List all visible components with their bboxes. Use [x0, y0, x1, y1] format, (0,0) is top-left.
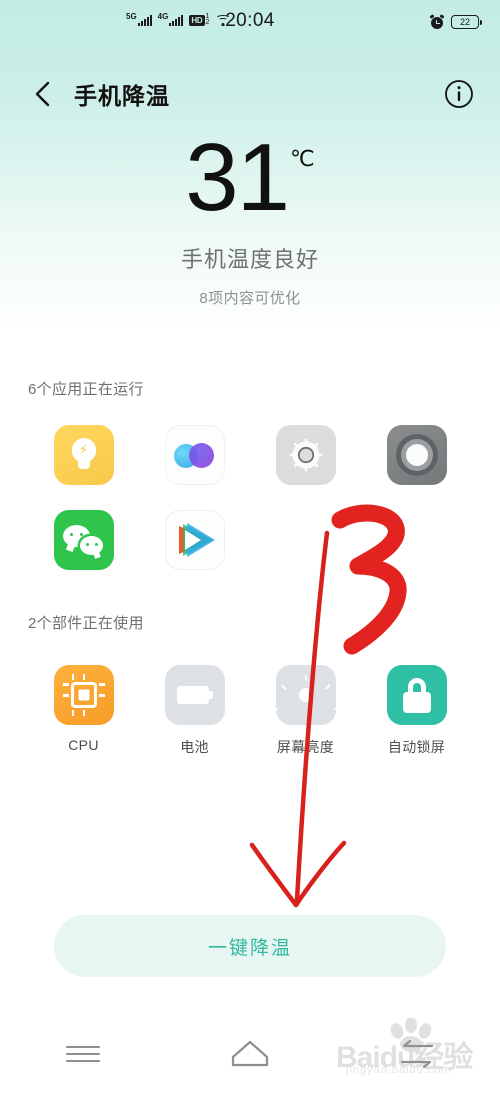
home-button[interactable] — [210, 1030, 290, 1078]
info-circle-icon[interactable] — [444, 79, 474, 109]
component-tile-auto-lock[interactable]: 自动锁屏 — [361, 665, 472, 757]
temperature-status-text: 手机温度良好 — [180, 247, 319, 272]
app-tile-wechat[interactable] — [28, 510, 139, 570]
chevron-left-glyph — [35, 81, 50, 107]
camera-lens-icon — [386, 425, 447, 485]
phone-screen: 5G 4G HD 1 2 20:04 22 手机降温 31 ℃ 手机温度良好 8… — [0, 0, 500, 1100]
recents-button[interactable] — [43, 1030, 123, 1078]
temperature-unit: ℃ — [290, 146, 315, 171]
temperature-reading: 31 ℃ — [185, 124, 315, 231]
component-tile-battery[interactable]: 电池 — [139, 665, 250, 757]
status-bar: 5G 4G HD 1 2 20:04 22 — [0, 0, 500, 44]
gear-glyph — [289, 438, 322, 472]
component-tile-cpu[interactable]: CPU — [28, 665, 139, 757]
brightness-sun-icon — [275, 665, 336, 725]
back-button[interactable] — [377, 1030, 457, 1078]
running-apps-row-2 — [0, 510, 500, 570]
page-title: 手机降温 — [74, 83, 170, 109]
component-label-auto-lock: 自动锁屏 — [387, 739, 446, 755]
app-tile-settings[interactable] — [250, 425, 361, 485]
status-bar-clock: 20:04 — [225, 10, 275, 31]
hamburger-menu-icon — [66, 1041, 101, 1068]
two-circles-icon — [164, 425, 225, 485]
components-section-title: 2个部件正在使用 — [28, 615, 144, 632]
optimizable-items-text: 8项内容可优化 — [199, 290, 301, 307]
app-tile-browser[interactable] — [139, 425, 250, 485]
app-tile-camera[interactable] — [361, 425, 472, 485]
app-title-bar: 手机降温 — [0, 60, 500, 128]
play-triangle-icon — [164, 510, 225, 570]
one-tap-cool-down-label: 一键降温 — [207, 937, 292, 959]
play-triangle-glyph — [178, 523, 215, 557]
app-tile-empty-2 — [361, 510, 472, 570]
home-outline-icon — [231, 1040, 269, 1067]
alarm-clock-icon — [429, 14, 445, 29]
info-circle-glyph — [445, 80, 473, 108]
component-label-brightness: 屏幕亮度 — [276, 739, 335, 755]
component-tile-brightness[interactable]: 屏幕亮度 — [250, 665, 361, 757]
wechat-icon — [53, 510, 114, 570]
component-label-cpu: CPU — [68, 737, 99, 753]
battery-icon — [164, 665, 225, 725]
one-tap-cool-down-button[interactable]: 一键降温 — [54, 915, 446, 977]
system-navigation-bar — [0, 1008, 500, 1100]
chevron-left-icon[interactable] — [28, 79, 58, 109]
running-apps-row-1: ⚡ — [0, 425, 500, 485]
annotation-arrow-barb-right — [293, 840, 347, 908]
component-label-battery: 电池 — [180, 739, 209, 755]
cpu-chip-icon — [53, 665, 114, 725]
temperature-value: 31 — [185, 124, 290, 231]
back-arrow-icon — [400, 1039, 433, 1069]
app-tile-empty-1 — [250, 510, 361, 570]
battery-level-label: 22 — [459, 16, 470, 27]
lock-icon — [386, 665, 447, 725]
annotation-arrow-barb-left — [249, 842, 299, 908]
battery-indicator: 22 — [451, 15, 482, 29]
components-row: CPU 电池 屏幕亮度 自动锁屏 — [0, 665, 500, 757]
running-apps-section-title: 6个应用正在运行 — [28, 381, 144, 398]
lightbulb-icon: ⚡ — [53, 425, 114, 485]
status-bar-right-icons: 22 — [429, 14, 482, 29]
app-tile-tencent-video[interactable] — [139, 510, 250, 570]
app-tile-flashlight[interactable]: ⚡ — [28, 425, 139, 485]
gear-icon — [275, 425, 336, 485]
temperature-summary: 31 ℃ 手机温度良好 8项内容可优化 — [0, 124, 500, 308]
